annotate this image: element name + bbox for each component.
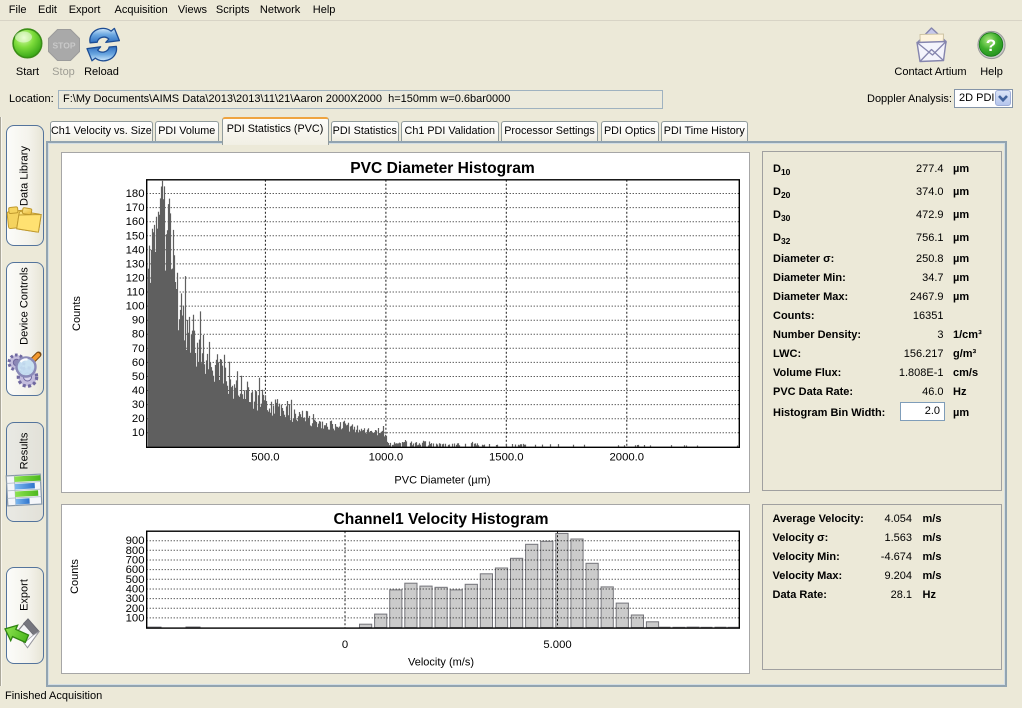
svg-text:100: 100 — [126, 300, 145, 312]
svg-text:Counts: Counts — [69, 558, 81, 593]
svg-text:20: 20 — [132, 413, 145, 425]
svg-text:900: 900 — [126, 535, 145, 547]
svg-text:1000.0: 1000.0 — [369, 451, 404, 463]
svg-text:170: 170 — [126, 202, 145, 214]
svg-text:50: 50 — [132, 371, 145, 383]
svg-text:30: 30 — [132, 399, 145, 411]
svg-text:1500.0: 1500.0 — [489, 451, 524, 463]
svg-text:10: 10 — [132, 427, 145, 439]
svg-text:70: 70 — [132, 342, 145, 354]
svg-text:40: 40 — [132, 385, 145, 397]
svg-text:90: 90 — [132, 314, 145, 326]
svg-text:2000.0: 2000.0 — [610, 451, 645, 463]
svg-text:0: 0 — [342, 639, 348, 651]
svg-text:120: 120 — [126, 272, 145, 284]
svg-text:140: 140 — [126, 244, 145, 256]
svg-text:STOP: STOP — [53, 41, 76, 51]
svg-text:180: 180 — [126, 188, 145, 200]
svg-text:500.0: 500.0 — [251, 451, 279, 463]
svg-text:80: 80 — [132, 328, 145, 340]
svg-text:60: 60 — [132, 356, 145, 368]
svg-text:Velocity (m/s): Velocity (m/s) — [408, 656, 474, 668]
svg-text:150: 150 — [126, 230, 145, 242]
svg-text:?: ? — [986, 36, 996, 55]
svg-text:Counts: Counts — [71, 295, 83, 330]
svg-text:110: 110 — [126, 286, 144, 298]
svg-text:PVC Diameter (µm): PVC Diameter (µm) — [394, 474, 490, 486]
svg-text:5.000: 5.000 — [543, 639, 571, 651]
svg-text:160: 160 — [126, 216, 145, 228]
svg-text:PVC Diameter Histogram: PVC Diameter Histogram — [350, 160, 535, 177]
svg-text:Channel1 Velocity Histogram: Channel1 Velocity Histogram — [334, 511, 549, 528]
svg-text:130: 130 — [126, 258, 145, 270]
